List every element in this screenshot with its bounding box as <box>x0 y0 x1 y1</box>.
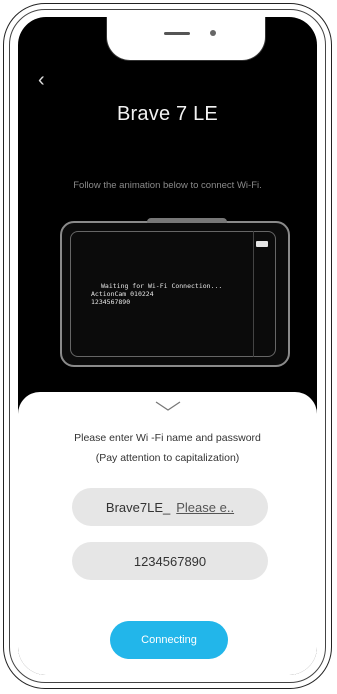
device-status-text: Waiting for Wi-Fi Connection... <box>101 282 223 290</box>
device-password-text: 1234567890 <box>91 298 131 306</box>
wifi-credentials-sheet: Please enter Wi -Fi name and password (P… <box>18 392 317 675</box>
device-screen-text: Waiting for Wi-Fi Connection... ActionCa… <box>91 282 222 306</box>
camera-device-illustration: Waiting for Wi-Fi Connection... ActionCa… <box>60 218 290 367</box>
back-button[interactable]: ‹ <box>38 69 60 91</box>
connecting-button[interactable]: Connecting <box>110 621 228 659</box>
device-screen: Waiting for Wi-Fi Connection... ActionCa… <box>70 231 276 357</box>
chevron-down-icon[interactable] <box>155 400 181 412</box>
page-title: Brave 7 LE <box>117 103 218 125</box>
device-ssid-text: ActionCam 010224 <box>91 290 154 298</box>
device-shutter <box>147 218 227 223</box>
prompt-line: Please enter Wi -Fi name and password <box>74 432 261 444</box>
wifi-prompt: Please enter Wi -Fi name and password (P… <box>18 428 317 468</box>
speaker-icon <box>164 32 190 35</box>
wifi-password-field[interactable]: 1234567890 <box>72 542 268 580</box>
front-camera-icon <box>210 30 216 36</box>
battery-icon <box>256 241 268 247</box>
app-screen: ‹ Brave 7 LE Follow the animation below … <box>18 17 317 675</box>
device-side-panel <box>253 231 280 357</box>
prompt-hint: (Pay attention to capitalization) <box>95 452 240 464</box>
wifi-name-value: Brave7LE_ <box>105 499 171 515</box>
wifi-name-placeholder: Please e.. <box>176 499 235 515</box>
phone-notch <box>106 17 266 61</box>
chevron-left-icon: ‹ <box>38 69 45 91</box>
wifi-name-field[interactable]: Brave7LE_ Please e.. <box>72 488 268 526</box>
instruction-text: Follow the animation below to connect Wi… <box>73 180 262 191</box>
